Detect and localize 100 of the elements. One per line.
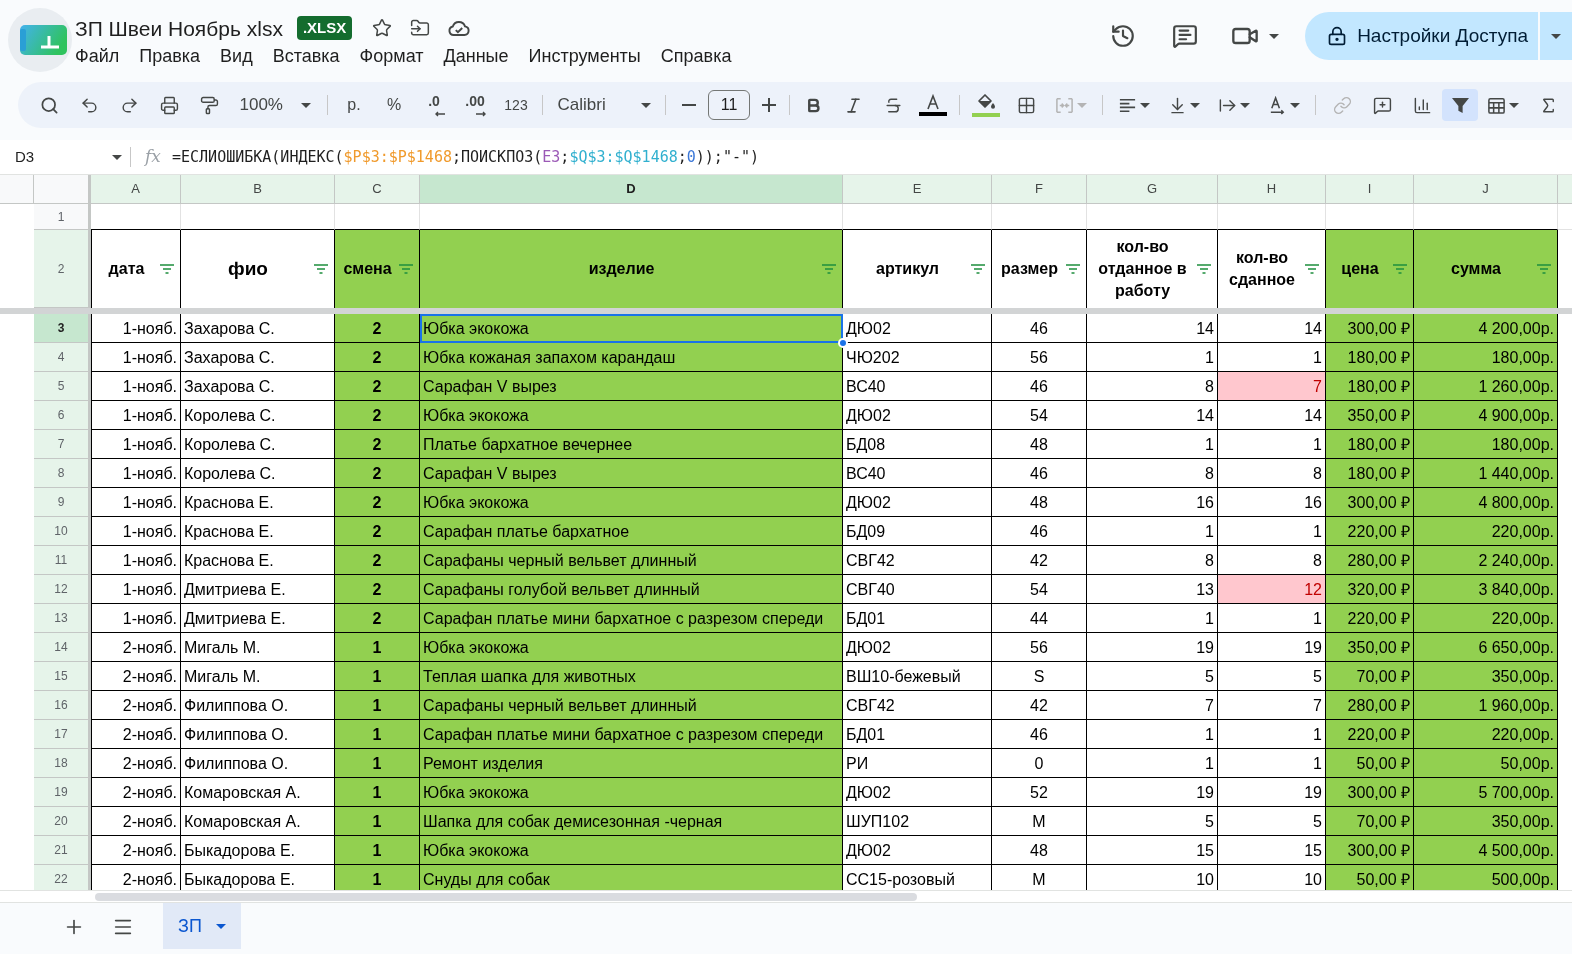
filter-icon[interactable] <box>1197 264 1211 274</box>
font-select[interactable]: Calibri <box>549 89 659 121</box>
table-cell: 56 <box>992 343 1087 372</box>
table-cell: 50,00р. <box>1414 749 1558 778</box>
folder-icon <box>410 18 431 38</box>
decrease-decimals-button[interactable]: .0 <box>414 89 454 121</box>
table-cell: 220,00р. <box>1414 720 1558 749</box>
horizontal-scrollbar[interactable] <box>95 892 917 901</box>
row-number[interactable]: 16 <box>34 691 91 720</box>
link-icon <box>1332 95 1352 115</box>
table-cell: 19 <box>1218 633 1326 662</box>
column-letter[interactable]: D <box>420 175 843 204</box>
table-cell: 1 <box>335 720 420 749</box>
row-number[interactable]: 3 <box>34 314 91 343</box>
table-cell: 1-нояб. <box>91 401 181 430</box>
column-letter[interactable]: E <box>843 175 992 204</box>
table-cell: 1 <box>1218 720 1326 749</box>
column-letter[interactable]: G <box>1087 175 1218 204</box>
row-number[interactable]: 2 <box>34 230 91 308</box>
increase-decimals-button[interactable]: .00 <box>454 89 496 121</box>
more-formats-button[interactable]: 123 <box>496 89 536 121</box>
table-cell: 2-нояб. <box>91 691 181 720</box>
row-number[interactable]: 11 <box>34 546 91 575</box>
spreadsheet-logo-icon[interactable] <box>8 8 72 72</box>
table-cell: 2 <box>335 517 420 546</box>
table-cell: 1 <box>1087 604 1218 633</box>
name-box[interactable]: D3 <box>4 143 130 171</box>
table-cell: 2-нояб. <box>91 749 181 778</box>
table-cell: 8 <box>1087 546 1218 575</box>
row-number[interactable]: 21 <box>34 836 91 865</box>
filter-icon[interactable] <box>1305 264 1319 274</box>
print-icon <box>159 95 179 115</box>
table-cell: 14 <box>1087 401 1218 430</box>
table-cell: 7 <box>1218 372 1326 401</box>
row-number[interactable]: 19 <box>34 778 91 807</box>
row-number[interactable]: 8 <box>34 459 91 488</box>
table-cell: 54 <box>992 401 1087 430</box>
row-number[interactable]: 1 <box>34 204 91 230</box>
column-letter[interactable]: J <box>1414 175 1558 204</box>
filter-icon[interactable] <box>971 264 985 274</box>
row-number[interactable]: 10 <box>34 517 91 546</box>
column-heading: дата <box>107 259 146 279</box>
filter-icon[interactable] <box>1066 264 1080 274</box>
table-cell: 1 <box>335 807 420 836</box>
row-number[interactable]: 4 <box>34 343 91 372</box>
filter-funnel-icon <box>1451 97 1469 113</box>
table-cell: СВГ42 <box>843 691 992 720</box>
table-cell: 19 <box>1218 778 1326 807</box>
column-letter[interactable]: A <box>91 175 181 204</box>
table-cell: 5 <box>1087 662 1218 691</box>
menu-item[interactable]: Правка <box>139 44 201 68</box>
row-number[interactable]: 5 <box>34 372 91 401</box>
menu-item[interactable]: Инструменты <box>528 44 641 68</box>
row-number[interactable]: 7 <box>34 430 91 459</box>
filter-button[interactable] <box>1442 89 1478 121</box>
row-number[interactable]: 12 <box>34 575 91 604</box>
zoom-select[interactable]: 100% <box>229 89 321 121</box>
percent-format-button[interactable]: % <box>374 89 414 121</box>
row-number[interactable]: 9 <box>34 488 91 517</box>
table-cell: Комаровская А. <box>181 778 335 807</box>
share-button[interactable]: Настройки Доступа <box>1305 12 1538 60</box>
search-icon <box>39 95 59 115</box>
row-number[interactable]: 22 <box>34 865 91 890</box>
row-number[interactable]: 18 <box>34 749 91 778</box>
table-cell: 6 650,00р. <box>1414 633 1558 662</box>
row-number[interactable]: 17 <box>34 720 91 749</box>
filter-icon[interactable] <box>160 264 174 274</box>
column-letter[interactable]: B <box>181 175 335 204</box>
table-cell: 1 <box>1087 749 1218 778</box>
menu-item[interactable]: Файл <box>75 44 120 68</box>
menu-item[interactable]: Формат <box>359 44 424 68</box>
column-letter[interactable]: I <box>1326 175 1414 204</box>
table-cell: 2 <box>335 546 420 575</box>
align-bottom-icon <box>1168 95 1187 115</box>
menu-item[interactable]: Вид <box>220 44 253 68</box>
filter-icon[interactable] <box>314 264 328 274</box>
sheet-tab[interactable]: ЗП <box>163 903 241 949</box>
text-rotation-icon <box>1268 95 1287 115</box>
table-cell: 1 <box>1087 517 1218 546</box>
column-letter[interactable]: H <box>1218 175 1326 204</box>
row-number[interactable]: 15 <box>34 662 91 691</box>
table-cell: 2 <box>335 372 420 401</box>
row-number[interactable]: 13 <box>34 604 91 633</box>
document-title[interactable]: ЗП Швеи Ноябрь xlsx <box>75 17 283 39</box>
table-cell: 1-нояб. <box>91 343 181 372</box>
menu-item[interactable]: Вставка <box>272 44 340 68</box>
table-cell: РИ <box>843 749 992 778</box>
row-number[interactable]: 6 <box>34 401 91 430</box>
table-cell: 1 440,00р. <box>1414 459 1558 488</box>
row-number[interactable]: 20 <box>34 807 91 836</box>
column-letter[interactable]: C <box>335 175 420 204</box>
column-letter[interactable]: F <box>992 175 1087 204</box>
currency-format-button[interactable]: р. <box>334 89 374 121</box>
row-number[interactable]: 14 <box>34 633 91 662</box>
menu-item[interactable]: Данные <box>443 44 509 68</box>
menu-item[interactable]: Справка <box>660 44 732 68</box>
formula-field[interactable]: =ЕСЛИОШИБКА(ИНДЕКС($P$3:$P$1468;ПОИСКПОЗ(E3;$Q$3:$Q$1468;0));"-") <box>172 145 760 169</box>
table-cell: 1 <box>1218 343 1326 372</box>
font-size-field[interactable]: 11 <box>708 90 750 120</box>
table-cell: 1-нояб. <box>91 604 181 633</box>
